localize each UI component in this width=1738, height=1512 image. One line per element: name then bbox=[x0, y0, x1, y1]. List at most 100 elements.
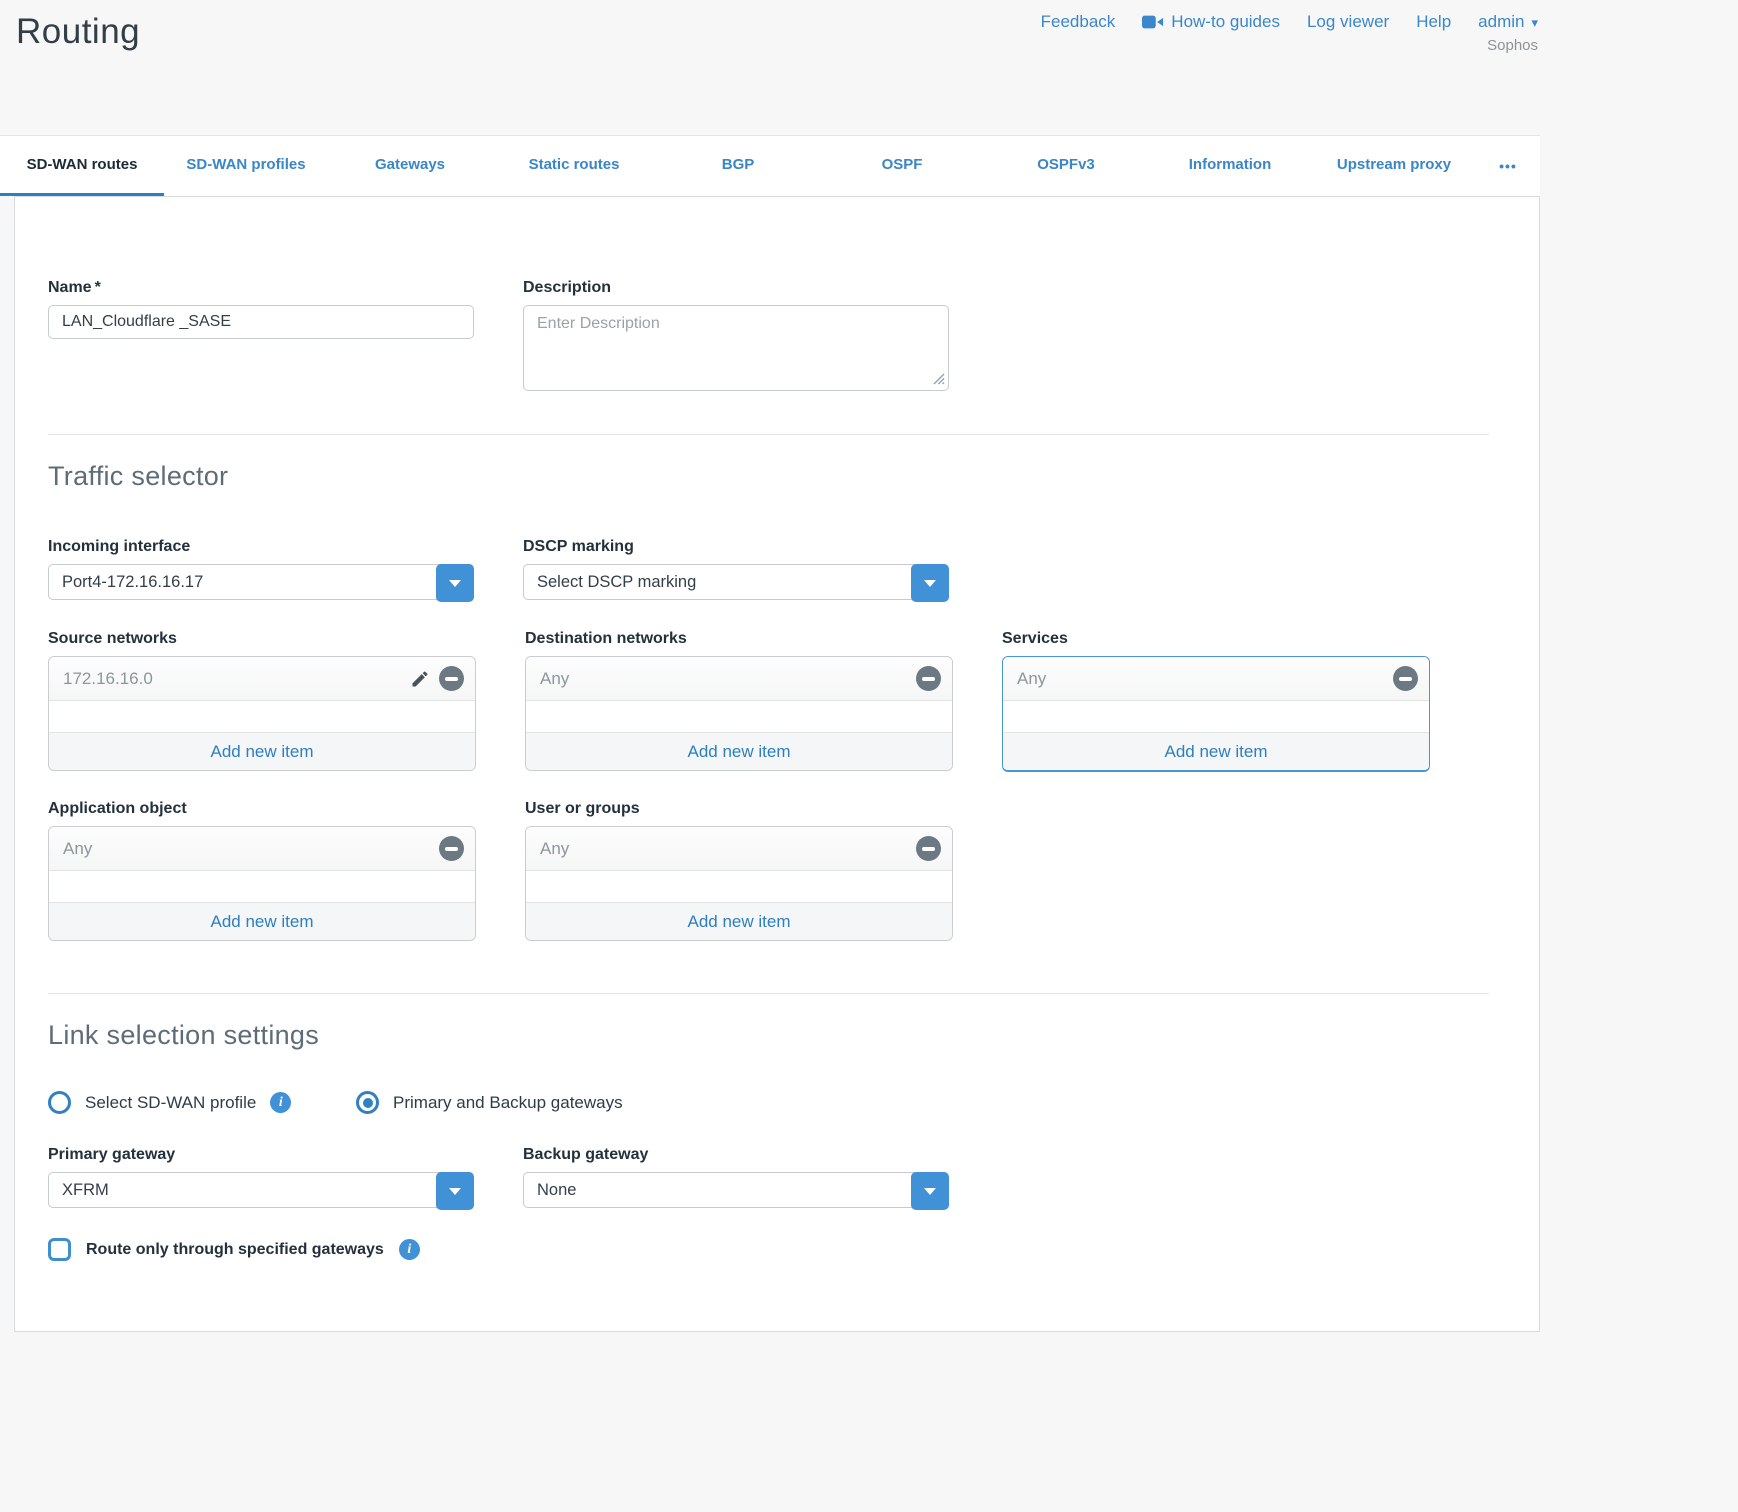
required-asterisk: * bbox=[95, 279, 101, 296]
link-selection-radios: Select SD-WAN profile i Primary and Back… bbox=[48, 1091, 1506, 1114]
admin-label: admin bbox=[1478, 12, 1524, 32]
user-or-groups-label: User or groups bbox=[525, 800, 953, 818]
destination-networks-label: Destination networks bbox=[525, 630, 953, 648]
application-object-box: Any Add new item bbox=[48, 826, 476, 941]
list-item: 172.16.16.0 bbox=[49, 657, 475, 701]
sdwan-profile-radio-group: Select SD-WAN profile i bbox=[48, 1091, 342, 1114]
tab-gateways[interactable]: Gateways bbox=[328, 136, 492, 196]
add-new-item-button[interactable]: Add new item bbox=[526, 732, 952, 770]
list-item: Any bbox=[49, 827, 475, 871]
feedback-link[interactable]: Feedback bbox=[1041, 12, 1116, 32]
info-icon[interactable]: i bbox=[399, 1239, 420, 1260]
divider bbox=[48, 993, 1489, 994]
tab-upstream-proxy[interactable]: Upstream proxy bbox=[1312, 136, 1476, 196]
primary-gateway-label: Primary gateway bbox=[48, 1146, 474, 1164]
name-input[interactable] bbox=[48, 305, 474, 339]
traffic-selector-heading: Traffic selector bbox=[48, 461, 1506, 492]
dropdown-button[interactable] bbox=[436, 564, 474, 602]
primary-backup-radio-label: Primary and Backup gateways bbox=[393, 1093, 623, 1113]
help-link[interactable]: Help bbox=[1416, 12, 1451, 32]
header-links: Feedback How-to guides Log viewer Help a… bbox=[1041, 12, 1538, 32]
list-empty-area bbox=[1003, 701, 1429, 732]
list-item-value: Any bbox=[540, 669, 916, 689]
list-empty-area bbox=[49, 871, 475, 902]
caret-down-icon bbox=[449, 1188, 461, 1195]
remove-icon[interactable] bbox=[1393, 666, 1418, 691]
list-empty-area bbox=[526, 701, 952, 732]
add-new-item-button[interactable]: Add new item bbox=[1003, 732, 1429, 770]
info-icon[interactable]: i bbox=[270, 1092, 291, 1113]
tab-sdwan-profiles[interactable]: SD-WAN profiles bbox=[164, 136, 328, 196]
log-viewer-link[interactable]: Log viewer bbox=[1307, 12, 1389, 32]
primary-gateway-value: XFRM bbox=[49, 1181, 109, 1200]
header: Routing Feedback How-to guides Log viewe… bbox=[0, 0, 1738, 135]
sdwan-profile-radio[interactable] bbox=[48, 1091, 71, 1114]
caret-down-icon bbox=[924, 1188, 936, 1195]
tab-bar: SD-WAN routes SD-WAN profiles Gateways S… bbox=[0, 135, 1540, 196]
dscp-marking-label: DSCP marking bbox=[523, 538, 949, 556]
networks-row: Source networks 172.16.16.0 Add new item bbox=[48, 630, 1506, 772]
howto-guides-label: How-to guides bbox=[1171, 12, 1280, 32]
add-new-item-button[interactable]: Add new item bbox=[49, 902, 475, 940]
dropdown-button[interactable] bbox=[911, 1172, 949, 1210]
primary-backup-radio-group: Primary and Backup gateways bbox=[356, 1091, 623, 1114]
howto-guides-link[interactable]: How-to guides bbox=[1142, 12, 1280, 32]
backup-gateway-label: Backup gateway bbox=[523, 1146, 949, 1164]
dropdown-button[interactable] bbox=[436, 1172, 474, 1210]
remove-icon[interactable] bbox=[439, 666, 464, 691]
remove-icon[interactable] bbox=[916, 836, 941, 861]
list-item-value: Any bbox=[540, 839, 916, 859]
link-selection-heading: Link selection settings bbox=[48, 1020, 1506, 1051]
tab-ospfv3[interactable]: OSPFv3 bbox=[984, 136, 1148, 196]
tab-information[interactable]: Information bbox=[1148, 136, 1312, 196]
dscp-marking-select[interactable]: Select DSCP marking bbox=[523, 564, 949, 600]
name-description-row: Name* Description bbox=[48, 279, 1506, 396]
tab-sdwan-routes[interactable]: SD-WAN routes bbox=[0, 136, 164, 196]
incoming-interface-label: Incoming interface bbox=[48, 538, 474, 556]
description-label: Description bbox=[523, 279, 949, 297]
remove-icon[interactable] bbox=[916, 666, 941, 691]
tab-ospf[interactable]: OSPF bbox=[820, 136, 984, 196]
source-networks-box: 172.16.16.0 Add new item bbox=[48, 656, 476, 771]
destination-networks-box: Any Add new item bbox=[525, 656, 953, 771]
admin-menu[interactable]: admin ▾ bbox=[1478, 12, 1538, 32]
application-object-label: Application object bbox=[48, 800, 476, 818]
divider bbox=[48, 434, 1489, 435]
tab-bgp[interactable]: BGP bbox=[656, 136, 820, 196]
route-only-checkbox[interactable] bbox=[48, 1238, 71, 1261]
list-empty-area bbox=[526, 871, 952, 902]
services-label: Services bbox=[1002, 630, 1430, 648]
backup-gateway-value: None bbox=[524, 1181, 576, 1200]
user-or-groups-box: Any Add new item bbox=[525, 826, 953, 941]
video-camera-icon bbox=[1142, 14, 1164, 30]
tab-static-routes[interactable]: Static routes bbox=[492, 136, 656, 196]
remove-icon[interactable] bbox=[439, 836, 464, 861]
backup-gateway-select[interactable]: None bbox=[523, 1172, 949, 1208]
description-textarea[interactable] bbox=[523, 305, 949, 391]
list-item-value: Any bbox=[63, 839, 439, 859]
gateway-row: Primary gateway XFRM Backup gateway None bbox=[48, 1146, 1506, 1208]
list-item-value: 172.16.16.0 bbox=[63, 669, 409, 689]
interface-dscp-row: Incoming interface Port4-172.16.16.17 DS… bbox=[48, 538, 1506, 600]
name-label: Name* bbox=[48, 279, 474, 297]
add-new-item-button[interactable]: Add new item bbox=[49, 732, 475, 770]
page: Routing Feedback How-to guides Log viewe… bbox=[0, 0, 1738, 1512]
caret-down-icon bbox=[449, 580, 461, 587]
content-card: Name* Description Traffic selector Incom… bbox=[14, 196, 1540, 1332]
add-new-item-button[interactable]: Add new item bbox=[526, 902, 952, 940]
caret-down-icon bbox=[924, 580, 936, 587]
app-user-row: Application object Any Add new item User… bbox=[48, 800, 1506, 941]
primary-gateway-select[interactable]: XFRM bbox=[48, 1172, 474, 1208]
list-item: Any bbox=[1003, 657, 1429, 701]
dropdown-button[interactable] bbox=[911, 564, 949, 602]
route-only-row: Route only through specified gateways i bbox=[48, 1238, 1506, 1261]
services-box: Any Add new item bbox=[1002, 656, 1430, 772]
primary-backup-radio[interactable] bbox=[356, 1091, 379, 1114]
incoming-interface-value: Port4-172.16.16.17 bbox=[49, 573, 203, 592]
org-name: Sophos bbox=[1041, 37, 1538, 54]
list-item: Any bbox=[526, 657, 952, 701]
edit-icon[interactable] bbox=[409, 668, 431, 690]
sdwan-profile-radio-label: Select SD-WAN profile bbox=[85, 1093, 256, 1113]
more-tabs-button[interactable]: ••• bbox=[1476, 136, 1540, 196]
incoming-interface-select[interactable]: Port4-172.16.16.17 bbox=[48, 564, 474, 600]
